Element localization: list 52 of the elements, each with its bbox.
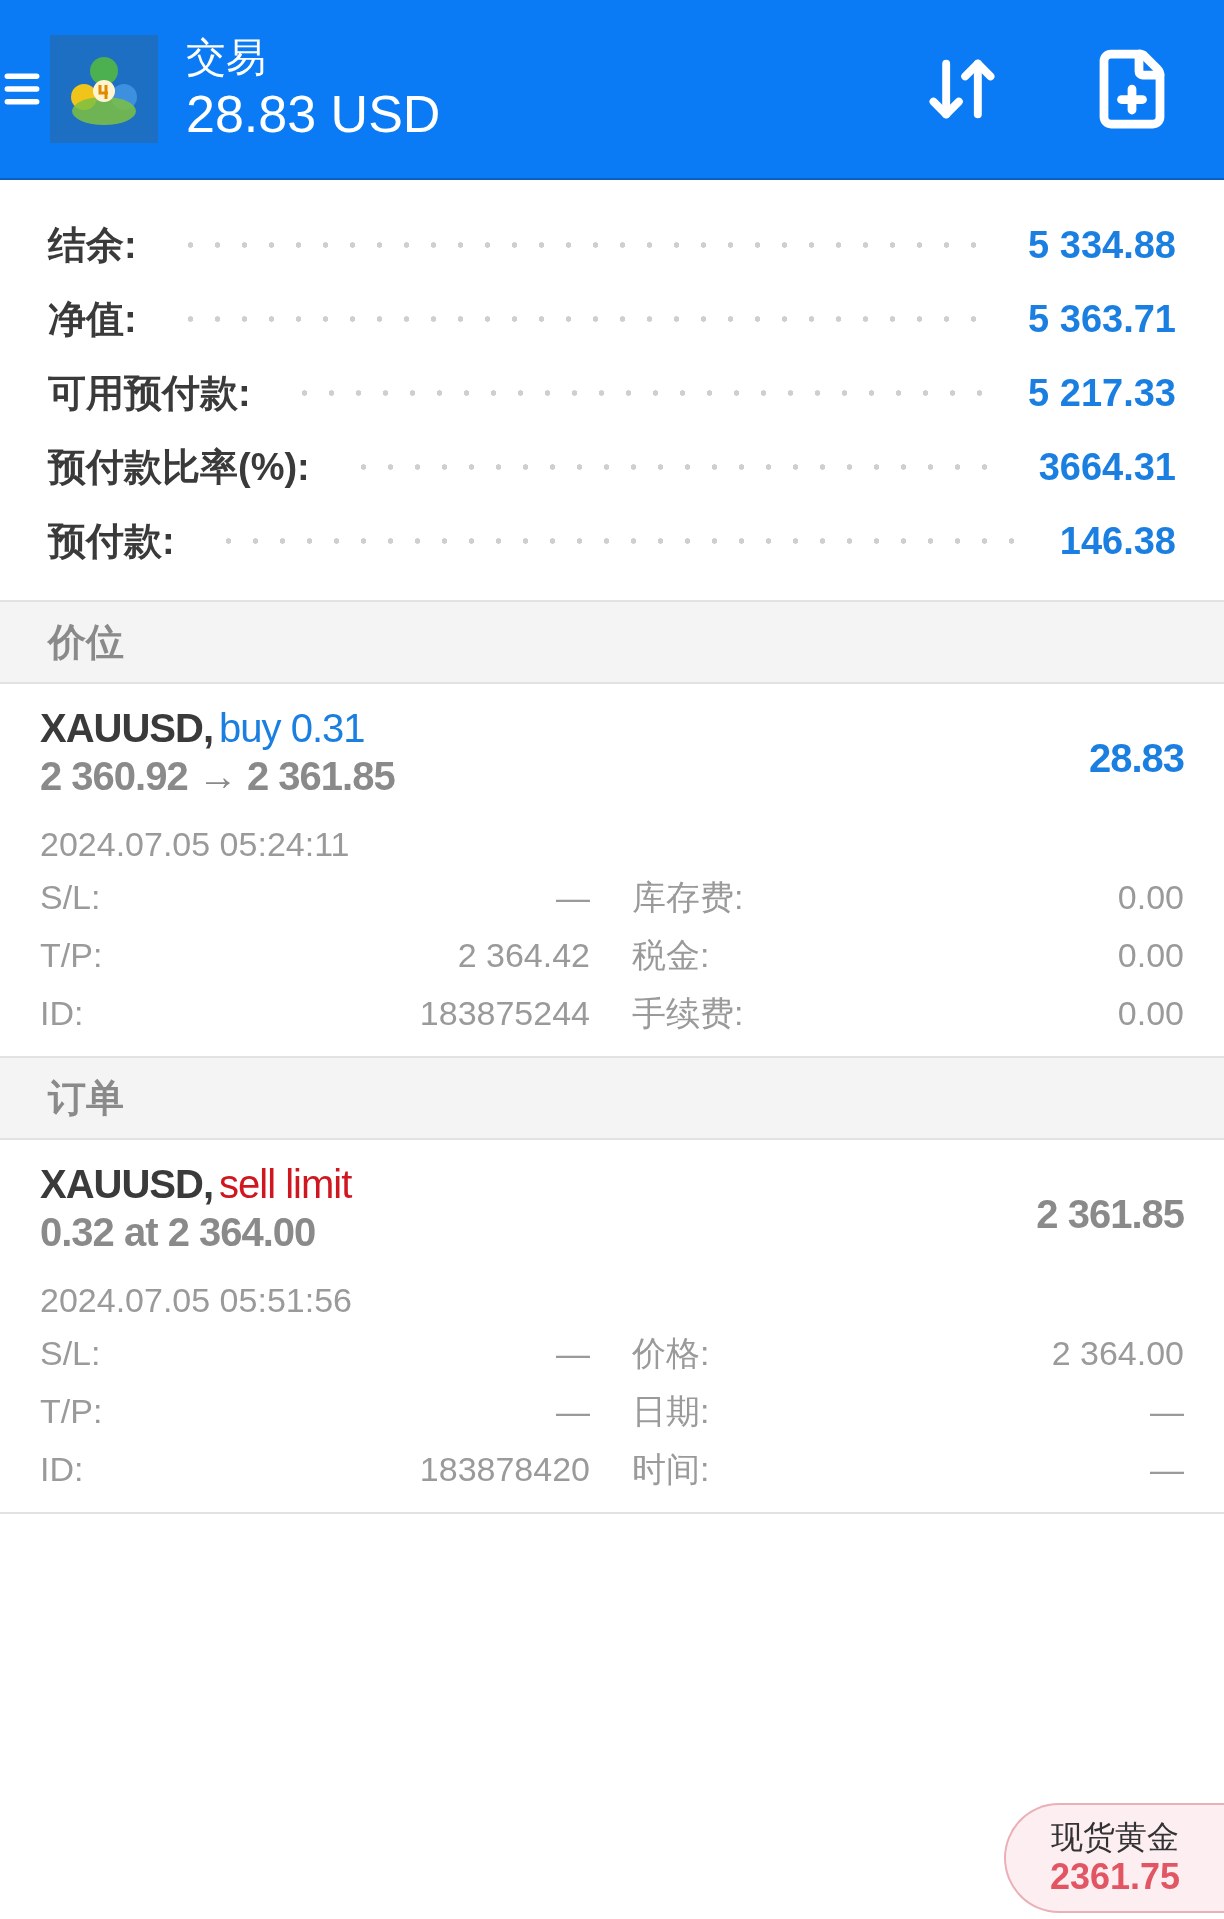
detail-value: — (555, 877, 590, 918)
summary-label: 净值: (48, 296, 137, 342)
detail-value: — (1149, 1391, 1184, 1432)
order-type: buy 0.31 (219, 705, 365, 752)
detail-label: 税金: (632, 935, 711, 976)
quote-name: 现货黄金 (1051, 1818, 1179, 1856)
summary-value: 5 217.33 (1028, 370, 1176, 416)
detail-label: 日期: (632, 1391, 711, 1432)
app-logo-icon (50, 35, 158, 143)
detail-value: — (1149, 1449, 1184, 1490)
quote-price: 2361.75 (1049, 1856, 1181, 1898)
detail-value: 0.00 (1116, 935, 1184, 976)
detail-value: 0.00 (1116, 993, 1184, 1034)
symbol-name: XAUUSD, (40, 705, 214, 752)
open-time: 2024.07.05 05:51:56 (40, 1280, 353, 1321)
summary-label: 结余: (48, 222, 137, 268)
detail-value: — (555, 1333, 590, 1374)
summary-value: 146.38 (1059, 518, 1176, 564)
summary-label: 可用预付款: (48, 370, 251, 416)
detail-value: 183878420 (418, 1449, 590, 1490)
detail-label: ID: (40, 993, 85, 1034)
profit-value: 28.83 (1088, 735, 1184, 782)
profit-value: 2 361.85 (1036, 1191, 1184, 1238)
order-type: sell limit (219, 1161, 352, 1208)
detail-label: 库存费: (632, 877, 745, 918)
detail-label: T/P: (40, 1391, 104, 1432)
summary-label: 预付款: (48, 518, 175, 564)
detail-label: S/L: (40, 877, 102, 918)
detail-label: 手续费: (632, 993, 745, 1034)
detail-label: S/L: (40, 1333, 102, 1374)
detail-label: T/P: (40, 935, 104, 976)
price-range: 2 360.92 → 2 361.85 (40, 753, 395, 800)
open-time: 2024.07.05 05:24:11 (40, 824, 351, 865)
summary-value: 3664.31 (1038, 444, 1176, 490)
summary-value: 5 363.71 (1028, 296, 1176, 342)
section-title: 订单 (48, 1075, 124, 1121)
account-profit: 28.83 USD (186, 84, 441, 145)
symbol-name: XAUUSD, (40, 1161, 214, 1208)
detail-value: 0.00 (1116, 877, 1184, 918)
detail-value: 2 364.00 (1050, 1333, 1184, 1374)
screen-title: 交易 (186, 34, 267, 81)
price-range: 0.32 at 2 364.00 (40, 1209, 317, 1256)
detail-label: 时间: (632, 1449, 711, 1490)
detail-value: 2 364.42 (456, 935, 590, 976)
detail-label: 价格: (632, 1333, 711, 1374)
summary-label: 预付款比率(%): (48, 444, 310, 490)
detail-label: ID: (40, 1449, 85, 1490)
floating-quote[interactable]: 现货黄金 2361.75 (1004, 1803, 1224, 1913)
detail-value: — (555, 1391, 590, 1432)
detail-value: 183875244 (418, 993, 590, 1034)
summary-value: 5 334.88 (1028, 222, 1176, 268)
section-title: 价位 (48, 619, 124, 665)
